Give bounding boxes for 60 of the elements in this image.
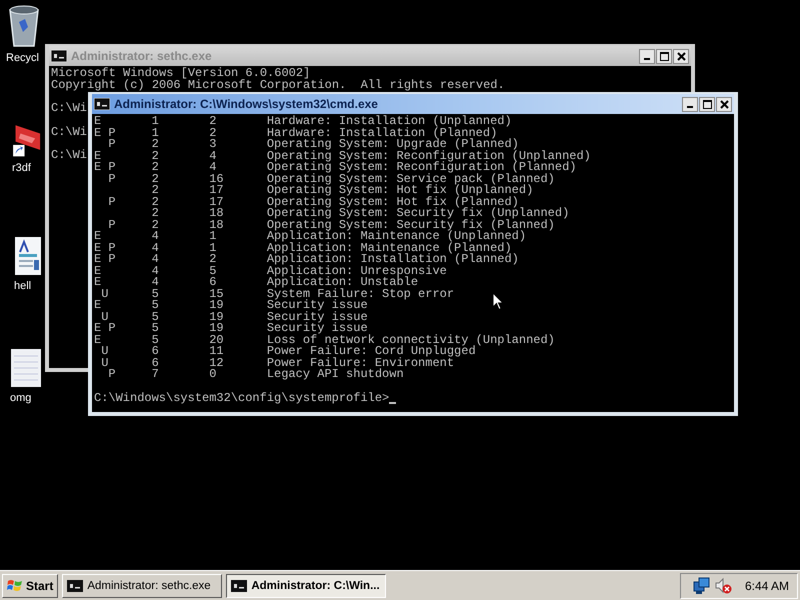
console-line: E 2 4 Operating System: Reconfiguration (Unplanned) xyxy=(94,150,591,162)
console-line: E 4 5 Application: Unresponsive xyxy=(94,266,447,277)
console-icon xyxy=(51,50,67,62)
console-line: E 1 2 Hardware: Installation (Unplanned) xyxy=(94,116,512,128)
mouse-pointer-icon xyxy=(492,292,504,311)
console-icon xyxy=(67,580,84,592)
window-title: Administrator: C:\Windows\system32\cmd.exe xyxy=(114,97,378,111)
console-line: U 6 12 Power Failure: Environment xyxy=(100,358,454,369)
console-line: P 2 17 Operating System: Hot fix (Planned) xyxy=(107,196,519,208)
windows-logo-icon xyxy=(7,578,23,594)
console-icon xyxy=(94,98,110,110)
clock[interactable]: 6:44 AM xyxy=(744,578,789,592)
console-line: E P 1 2 Hardware: Installation (Planned) xyxy=(94,128,498,139)
console-line: 2 18 Operating System: Security fix (Unplanned) xyxy=(150,208,570,220)
window-title: Administrator: sethc.exe xyxy=(71,49,212,63)
console-line: Copyright (c) 2006 Microsoft Corporation. All rights reserved. xyxy=(51,80,505,91)
close-icon xyxy=(676,52,686,60)
taskbar-button[interactable]: Administrator: sethc.exe xyxy=(62,574,222,598)
taskbar-button[interactable]: Administrator: C:\Win... xyxy=(226,574,386,598)
console-line: Microsoft Windows [Version 6.0.6002] xyxy=(51,68,310,80)
console-line: E 4 1 Application: Maintenance (Unplanned) xyxy=(94,231,526,242)
maximize-icon xyxy=(660,52,668,60)
console-line: P 2 3 Operating System: Upgrade (Planned) xyxy=(107,139,519,150)
console-line: P 2 18 Operating System: Security fix (Planned) xyxy=(107,220,555,231)
console-line: P 7 0 Legacy API shutdown xyxy=(107,369,404,380)
desktop-icon-label[interactable]: hell xyxy=(14,280,32,292)
minimize-icon xyxy=(687,106,693,108)
console-line: E 5 20 Loss of network connectivity (Unplanned) xyxy=(94,334,555,346)
console-line: C:\Wi xyxy=(51,126,88,138)
console-line: E P 4 2 Application: Installation (Planned) xyxy=(94,254,519,266)
minimize-button[interactable] xyxy=(682,96,698,112)
recycle-bin-icon[interactable] xyxy=(6,4,42,48)
command-prompt[interactable]: C:\Windows\system32\config\systemprofile> xyxy=(94,392,390,404)
maximize-icon xyxy=(702,100,712,108)
console-line: U 6 11 Power Failure: Cord Unplugged xyxy=(100,346,476,358)
console-line: C:\Wi xyxy=(51,150,88,162)
console-line: E P 2 4 Operating System: Reconfiguration (Planned) xyxy=(94,162,576,174)
console-line: U 5 19 Security issue xyxy=(101,312,368,323)
console-line: 2 17 Operating System: Hot fix (Unplanned) xyxy=(150,185,534,196)
maximize-button[interactable] xyxy=(699,96,715,112)
network-icon[interactable] xyxy=(692,576,711,594)
console-line: P 2 16 Operating System: Service pack (Planned) xyxy=(107,174,555,185)
desktop-icon-label[interactable]: r3df xyxy=(12,162,31,174)
close-icon xyxy=(720,100,728,108)
start-button[interactable]: Start xyxy=(2,574,58,598)
console-line: C:\Wi xyxy=(51,103,88,114)
text-file-icon[interactable] xyxy=(10,348,42,388)
console-line: E 5 19 Security issue xyxy=(94,300,368,312)
console-line: E 4 6 Application: Unstable xyxy=(94,277,418,288)
close-button[interactable] xyxy=(716,96,732,112)
document-icon[interactable] xyxy=(14,236,42,276)
console-line: U 5 15 System Failure: Stop error xyxy=(101,288,454,300)
console-icon xyxy=(231,580,248,592)
muted-speaker-icon[interactable] xyxy=(714,576,732,594)
desktop-icon-label[interactable]: Recycl xyxy=(6,52,40,64)
text-cursor xyxy=(389,402,396,404)
console-line: E P 4 1 Application: Maintenance (Planned) xyxy=(94,242,512,254)
console-line: E P 5 19 Security issue xyxy=(94,323,368,334)
minimize-icon xyxy=(644,58,650,60)
desktop-icon-label[interactable]: omg xyxy=(10,392,32,404)
